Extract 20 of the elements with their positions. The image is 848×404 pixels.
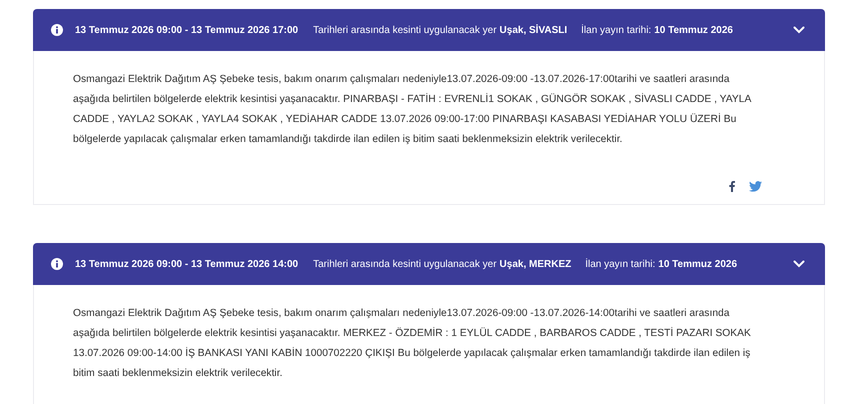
- outage-description: Osmangazi Elektrik Dağıtım AŞ Şebeke tesis, bakım onarım çalışmaları nedeniyle13.07.2026-09:00 -13.07.2026-17:00tarihi ve saatleri arasında aşağıda belirtilen bölgelerde elektrik kesintisi yaşanacaktır. PINARBAŞI - FATİH : EVRENLİ1 SOKAK , GÜNGÖR SOKAK , SİVASLI CADDE , YAYLA CADDE , YAYLA2 SOKAK , YAYLA4 SOKAK , YEDİAHAR CADDE 13.07.2026 09:00-17:00 PINARBAŞI KASABASI YEDİAHAR YOLU ÜZERİ Bu bölgelerde yapılacak çalışmalar erken tamamlandığı takdirde ilan edilen iş bitim saati beklenmeksizin elektrik verilecektir.: [73, 73, 752, 147]
- publish-date: 10 Temmuz 2026: [658, 258, 738, 270]
- location-label: Tarihleri arasında kesinti uygulanacak yer: [313, 258, 497, 270]
- outage-dates: 13 Temmuz 2026 09:00 - 13 Temmuz 2026 17:00: [75, 24, 298, 36]
- info-icon: [51, 258, 63, 270]
- publish-date: 10 Temmuz 2026: [654, 24, 733, 36]
- location-label: Tarihleri arasında kesinti uygulanacak yer: [313, 24, 497, 36]
- chevron-icon[interactable]: [793, 26, 805, 34]
- notice-header[interactable]: 13 Temmuz 2026 09:00 - 13 Temmuz 2026 17:00 Tarihleri arasında kesinti uygulanacak yer Uşak, SİVASLI İlan yayın tarihi: 10 Temmuz 2026: [33, 9, 825, 51]
- chevron-icon[interactable]: [793, 260, 805, 268]
- location: Uşak, SİVASLI: [500, 24, 568, 36]
- notice-header[interactable]: 13 Temmuz 2026 09:00 - 13 Temmuz 2026 14:00 Tarihleri arasında kesinti uygulanacak yer Uşak, MERKEZ İlan yayın tarihi: 10 Temmuz 2026: [33, 243, 825, 285]
- location: Uşak, MERKEZ: [500, 258, 572, 270]
- info-icon: [51, 24, 63, 36]
- outage-dates: 13 Temmuz 2026 09:00 - 13 Temmuz 2026 14:00: [75, 258, 298, 270]
- publish-label: İlan yayın tarihi:: [581, 24, 652, 36]
- outage-description: Osmangazi Elektrik Dağıtım AŞ Şebeke tesis, bakım onarım çalışmaları nedeniyle13.07.2026-09:00 -13.07.2026-14:00tarihi ve saatleri arasında aşağıda belirtilen bölgelerde elektrik kesintisi yaşanacaktır. MERKEZ - ÖZDEMİR : 1 EYLÜL CADDE , BARBAROS CADDE , TESTİ PAZARI SOKAK 13.07.2026 09:00-14:00 İŞ BANKASI YANI KABİN 1000702220 ÇIKIŞI Bu bölgelerde yapılacak çalışmalar erken tamamlandığı takdirde ilan edilen iş bitim saati beklenmeksizin elektrik verilecektir.: [73, 307, 752, 381]
- publish-label: İlan yayın tarihi:: [585, 258, 656, 270]
- facebook-icon[interactable]: [729, 181, 735, 192]
- twitter-icon[interactable]: [749, 181, 762, 192]
